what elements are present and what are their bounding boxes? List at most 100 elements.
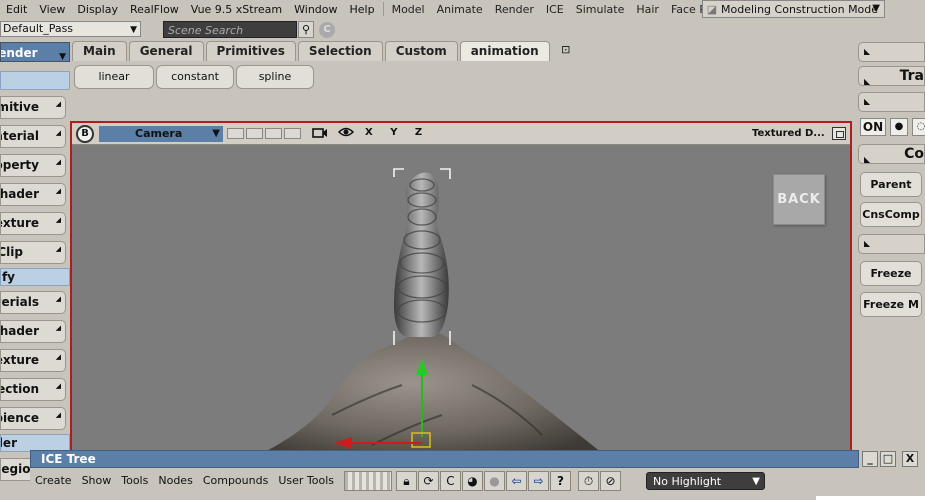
search-icon[interactable]: ⚲ [298,21,314,38]
memo-slot[interactable] [265,128,282,139]
close-icon[interactable]: X [902,451,918,467]
ice-menu-user-tools[interactable]: User Tools [273,474,339,487]
constant-button[interactable]: constant [156,65,234,89]
ice-menu-tools[interactable]: Tools [116,474,153,487]
freeze-button[interactable]: Freeze [860,261,922,286]
tab-custom[interactable]: Custom [384,41,458,61]
minimize-icon[interactable]: _ [862,451,878,467]
left-toolbar-panel: Render ▼ Primitive◢ Material◢ Property◢ … [0,42,70,500]
eye-icon[interactable] [337,126,355,143]
timer-clear-icon[interactable]: ⊘ [600,471,621,491]
back-view-button[interactable]: BACK [773,174,825,225]
ice-tree-menu: Create Show Tools Nodes Compounds User T… [30,470,339,490]
collapse-triangle-icon: ◣ [864,239,871,248]
lock-icon[interactable]: 🔒︎ [396,471,417,491]
radio-local-icon[interactable]: ● [890,118,908,136]
transform-panel-header[interactable]: ◣ Tra [858,66,925,86]
arrow-left-icon[interactable]: ⇦ [506,471,527,491]
memo-slot[interactable] [246,128,263,139]
button-projection[interactable]: Projection ◢ [0,378,66,401]
display-mode-select[interactable]: Textured D... [752,128,825,139]
construction-mode-select[interactable]: ◪ Modeling Construction Mode ▼ [702,0,885,18]
menu-display[interactable]: Display [71,3,124,16]
button-clip[interactable]: Clip ◢ [0,241,66,264]
button-texture-label: Texture [1,216,39,230]
camera-viewport[interactable]: B Camera ▼ X Y Z Textured D... BACK [70,121,852,461]
parent-button[interactable]: Parent [860,172,922,197]
module-hair[interactable]: Hair [630,3,665,16]
constrain-panel-header[interactable]: ◣ Co [858,144,925,164]
button-texture-2[interactable]: Texture ◢ [0,349,66,372]
menu-vue[interactable]: Vue 9.5 xStream [185,3,288,16]
pass-select[interactable]: Default_Pass ▼ [0,21,141,37]
maximize-icon[interactable]: □ [880,451,896,467]
maximize-viewport-icon[interactable] [832,127,846,140]
button-materials[interactable]: Materials ◢ [0,291,66,314]
memo-slot[interactable] [227,128,244,139]
button-shader-2[interactable]: Shader ◢ [0,320,66,343]
on-toggle[interactable]: ON [860,118,886,136]
tab-primitives[interactable]: Primitives [205,41,296,61]
menu-help[interactable]: Help [344,3,381,16]
help-icon[interactable]: ? [550,471,571,491]
scene-search-input[interactable]: Scene Search [163,21,297,38]
module-model[interactable]: Model [386,3,431,16]
right-toolbar-panel: ◣ ◣ Tra ◣ ON ● ◌ ◣ Co Parent CnsComp ◣ Fre… [856,42,925,452]
snap-panel-header[interactable]: ◣ [858,92,925,112]
edit-panel-header[interactable]: ◣ [858,234,925,254]
ice-tree-toolbar: 🔒︎ ⟳ C ◕ ● ⇦ ⇨ ? ⏱︎ ⊘ [344,470,622,492]
clear-icon[interactable]: C [440,471,461,491]
menu-window[interactable]: Window [288,3,343,16]
ice-menu-show[interactable]: Show [77,474,117,487]
menu-realflow[interactable]: RealFlow [124,3,185,16]
refresh-icon[interactable]: ⟳ [418,471,439,491]
left-panel-header[interactable]: Render ▼ [0,42,70,62]
cnscomp-button[interactable]: CnsComp [860,202,922,227]
memo-slot[interactable] [284,128,301,139]
linear-button[interactable]: linear [74,65,154,89]
viewport-b-button[interactable]: B [76,125,94,143]
section-modify[interactable]: Modify [0,268,70,286]
button-property[interactable]: Property ◢ [0,154,66,177]
timer-icon[interactable]: ⏱︎ [578,471,599,491]
menu-view[interactable]: View [33,3,71,16]
module-animate[interactable]: Animate [431,3,489,16]
ice-menu-compounds[interactable]: Compounds [198,474,274,487]
tab-general[interactable]: General [128,41,204,61]
button-shader[interactable]: Shader ◢ [0,183,66,206]
globe-icon[interactable]: ◕ [462,471,483,491]
axis-toggles[interactable]: X Y Z [365,127,429,138]
button-primitive-label: Primitive [1,100,39,114]
add-tab-icon[interactable]: ⊡ [556,41,576,59]
toolbar-grip[interactable] [344,471,392,491]
spline-button[interactable]: spline [236,65,314,89]
freeze-m-button[interactable]: Freeze M [860,292,922,317]
module-ice[interactable]: ICE [540,3,570,16]
tab-selection[interactable]: Selection [297,41,383,61]
module-render[interactable]: Render [489,3,540,16]
button-texture[interactable]: Texture ◢ [0,212,66,235]
chevron-down-icon: ▼ [59,52,66,62]
menu-edit[interactable]: Edit [0,3,33,16]
tab-animation[interactable]: animation [459,41,550,61]
highlight-select[interactable]: No Highlight ▼ [646,472,765,490]
button-primitive[interactable]: Primitive ◢ [0,96,66,119]
ice-tree-title[interactable]: ICE Tree [30,450,859,468]
custom-toolbar: linear constant spline [72,61,852,119]
button-material[interactable]: Material ◢ [0,125,66,148]
left-panel-blank-field[interactable] [0,71,70,90]
clear-search-icon[interactable]: C [319,22,335,38]
tab-main[interactable]: Main [72,41,127,61]
radio-global-icon[interactable]: ◌ [912,118,925,136]
right-panel-collapse[interactable]: ◣ [858,42,925,62]
bulb-icon[interactable]: ● [484,471,505,491]
video-camera-icon[interactable] [312,126,328,145]
camera-select[interactable]: Camera ▼ [99,126,223,142]
ice-menu-create[interactable]: Create [30,474,77,487]
arrow-right-icon[interactable]: ⇨ [528,471,549,491]
ice-menu-nodes[interactable]: Nodes [153,474,197,487]
ice-graph-area[interactable] [816,496,925,500]
expand-triangle-icon: ◢ [55,411,61,419]
module-simulate[interactable]: Simulate [570,3,631,16]
button-ambience[interactable]: Ambience ◢ [0,407,66,430]
